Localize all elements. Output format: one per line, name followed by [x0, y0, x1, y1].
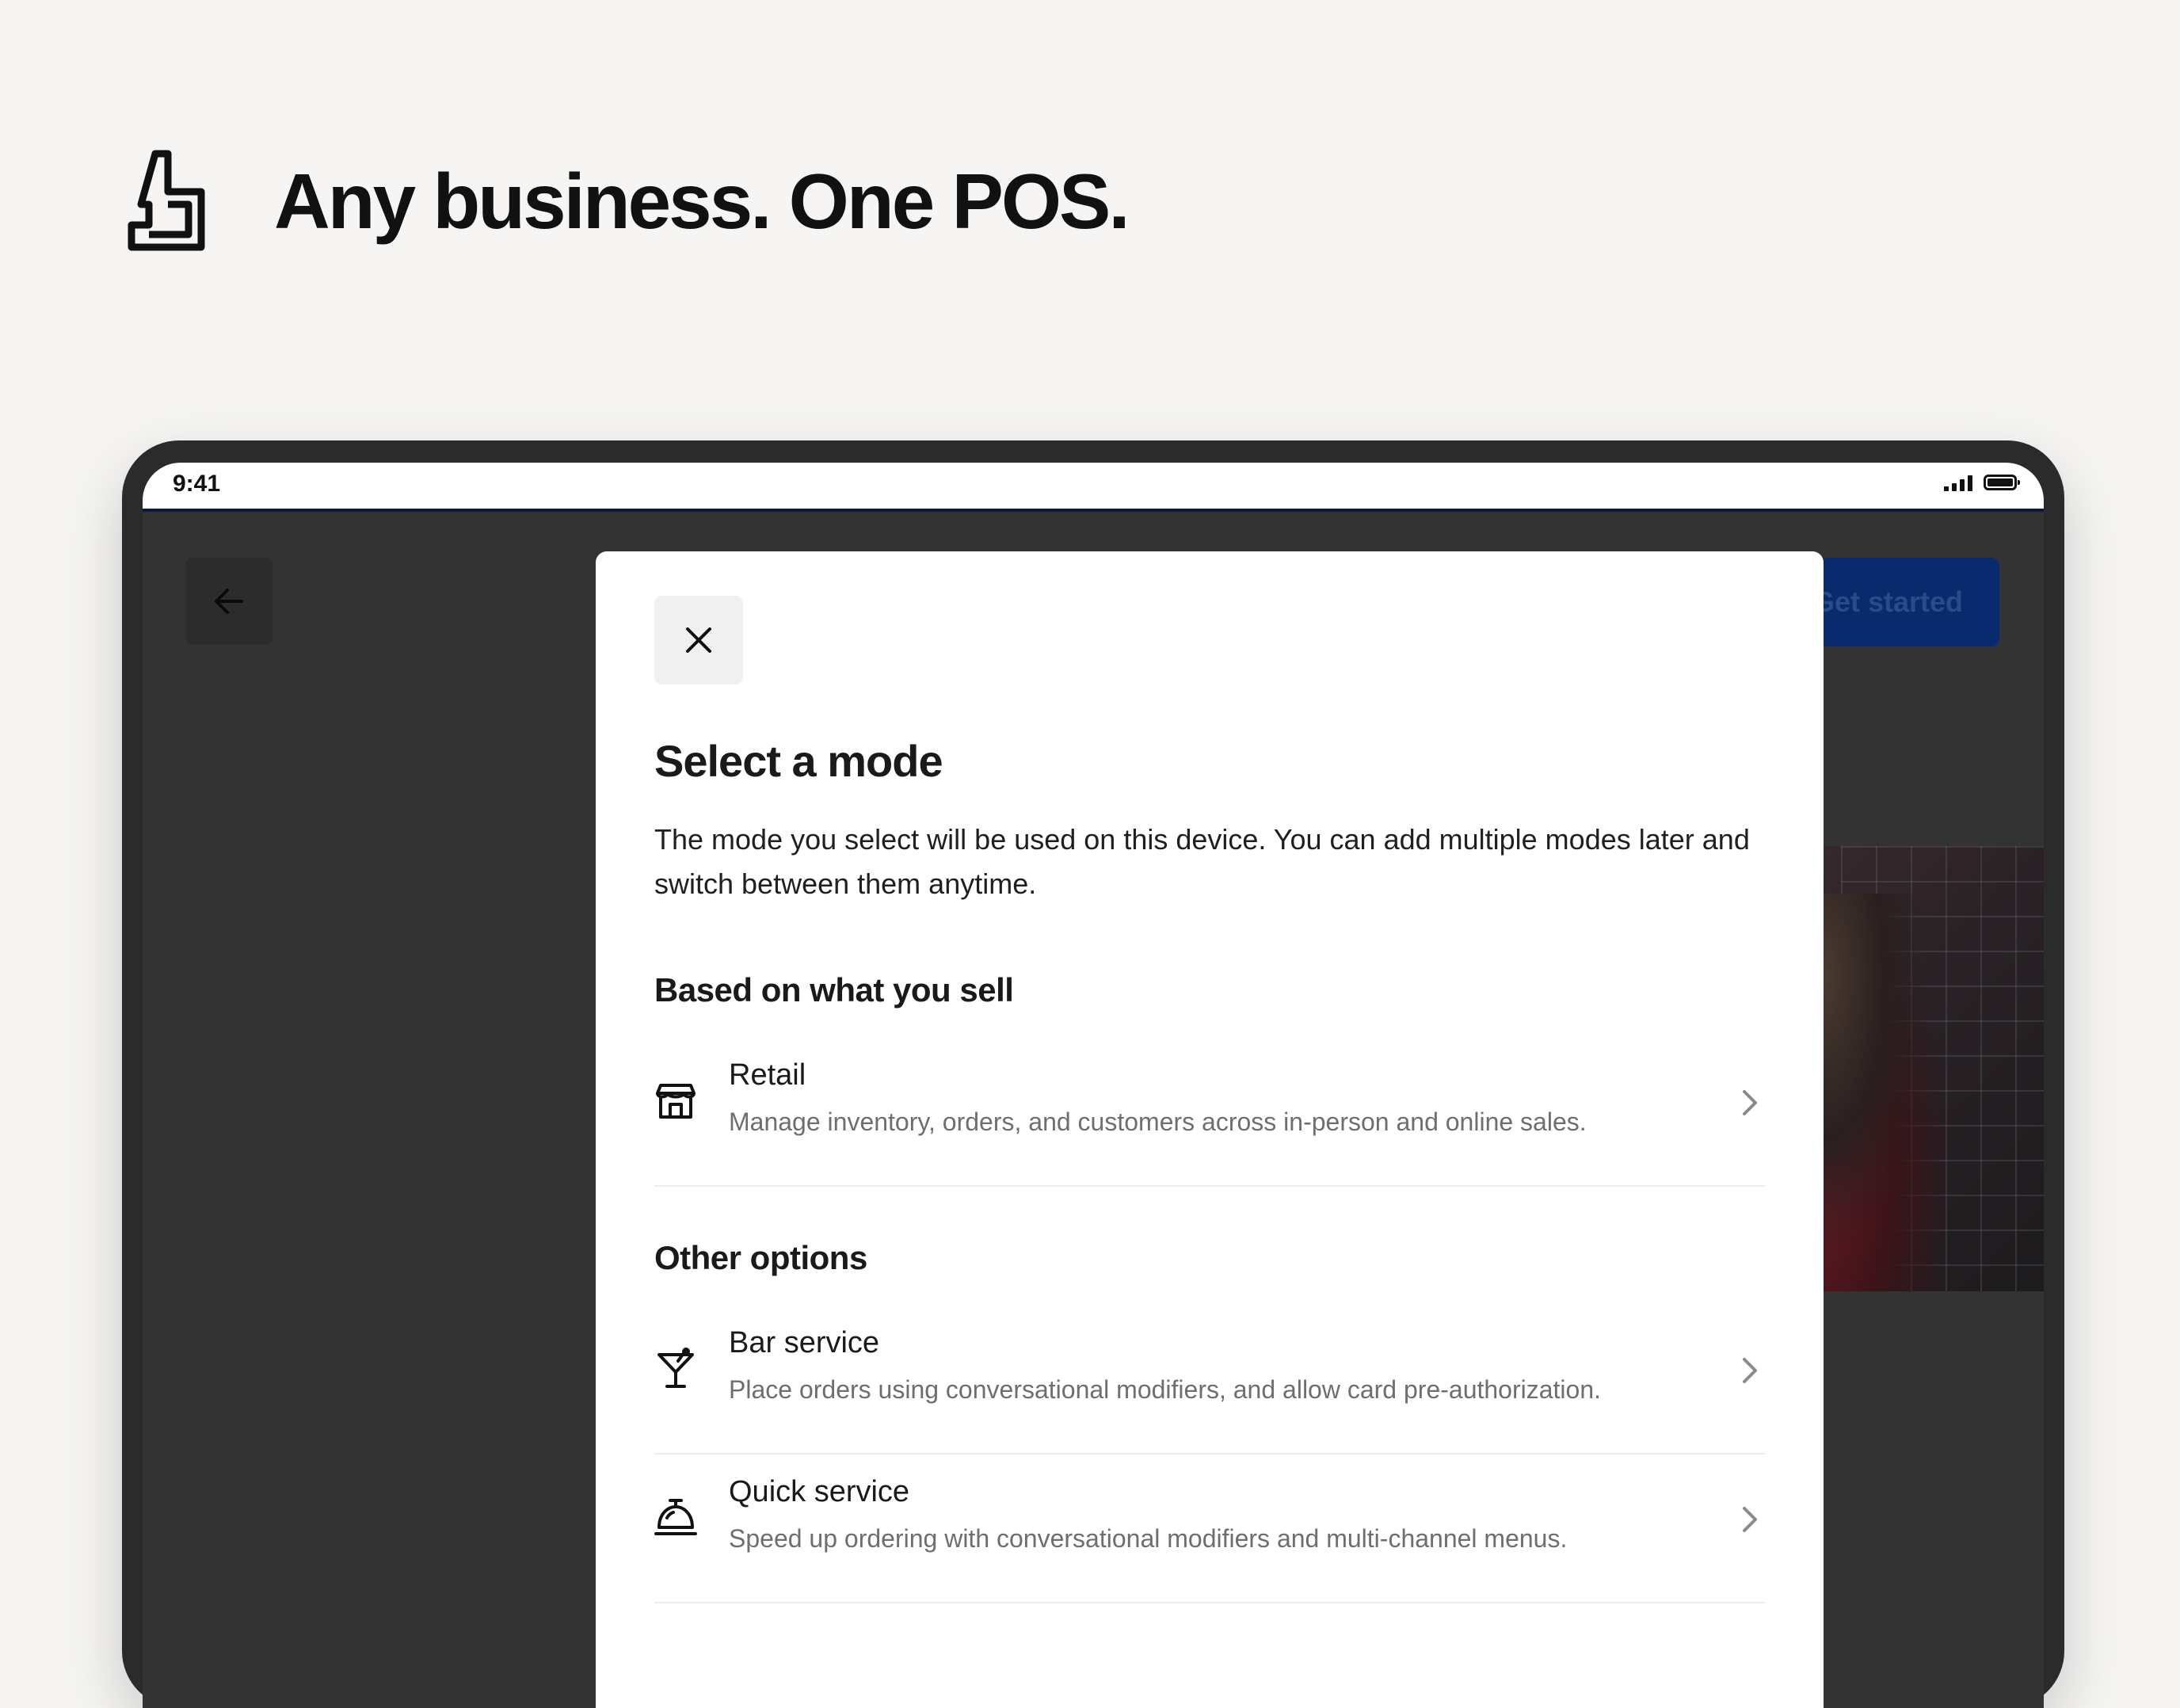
- service-bell-icon: [654, 1499, 697, 1535]
- modal-title: Select a mode: [654, 736, 943, 786]
- back-button[interactable]: [185, 558, 272, 645]
- close-icon: [686, 627, 711, 653]
- tablet-device: 9:41 Get started Select a mode The mode …: [122, 440, 2064, 1708]
- status-bar: 9:41: [143, 463, 2044, 512]
- tablet-screen: 9:41 Get started Select a mode The mode …: [143, 463, 2044, 1708]
- option-label: Retail: [729, 1058, 806, 1092]
- cocktail-icon: [657, 1348, 694, 1388]
- option-description: Speed up ordering with conversational mo…: [729, 1524, 1568, 1553]
- section-title-other-options: Other options: [654, 1239, 867, 1276]
- status-time: 9:41: [173, 471, 221, 497]
- battery-icon: [1984, 475, 2020, 490]
- status-icons: [1944, 474, 2020, 491]
- chevron-right-icon: [1743, 1358, 1757, 1383]
- mode-select-modal: Select a mode The mode you select will b…: [596, 551, 1824, 1708]
- close-button[interactable]: [654, 596, 743, 684]
- option-label: Quick service: [729, 1475, 910, 1508]
- hero-title: Any business. One POS.: [274, 158, 1130, 245]
- hero-banner: Any business. One POS.: [125, 149, 1130, 254]
- brand-logo-icon: [128, 150, 205, 251]
- chevron-right-icon: [1743, 1507, 1757, 1532]
- option-description: Place orders using conversational modifi…: [729, 1375, 1602, 1404]
- arrow-left-icon: [215, 589, 243, 614]
- modal-description: The mode you select will be used on this…: [654, 823, 1750, 900]
- option-retail[interactable]: Retail Manage inventory, orders, and cus…: [654, 1038, 1765, 1187]
- section-title-based-on-sales: Based on what you sell: [654, 971, 1014, 1008]
- option-label: Bar service: [729, 1326, 880, 1359]
- option-quick-service[interactable]: Quick service Speed up ordering with con…: [654, 1454, 1765, 1603]
- cellular-signal-icon: [1944, 474, 1972, 491]
- chevron-right-icon: [1743, 1090, 1757, 1115]
- option-bar-service[interactable]: Bar service Place orders using conversat…: [654, 1306, 1765, 1454]
- storefront-icon: [656, 1084, 696, 1119]
- option-description: Manage inventory, orders, and customers …: [729, 1108, 1587, 1136]
